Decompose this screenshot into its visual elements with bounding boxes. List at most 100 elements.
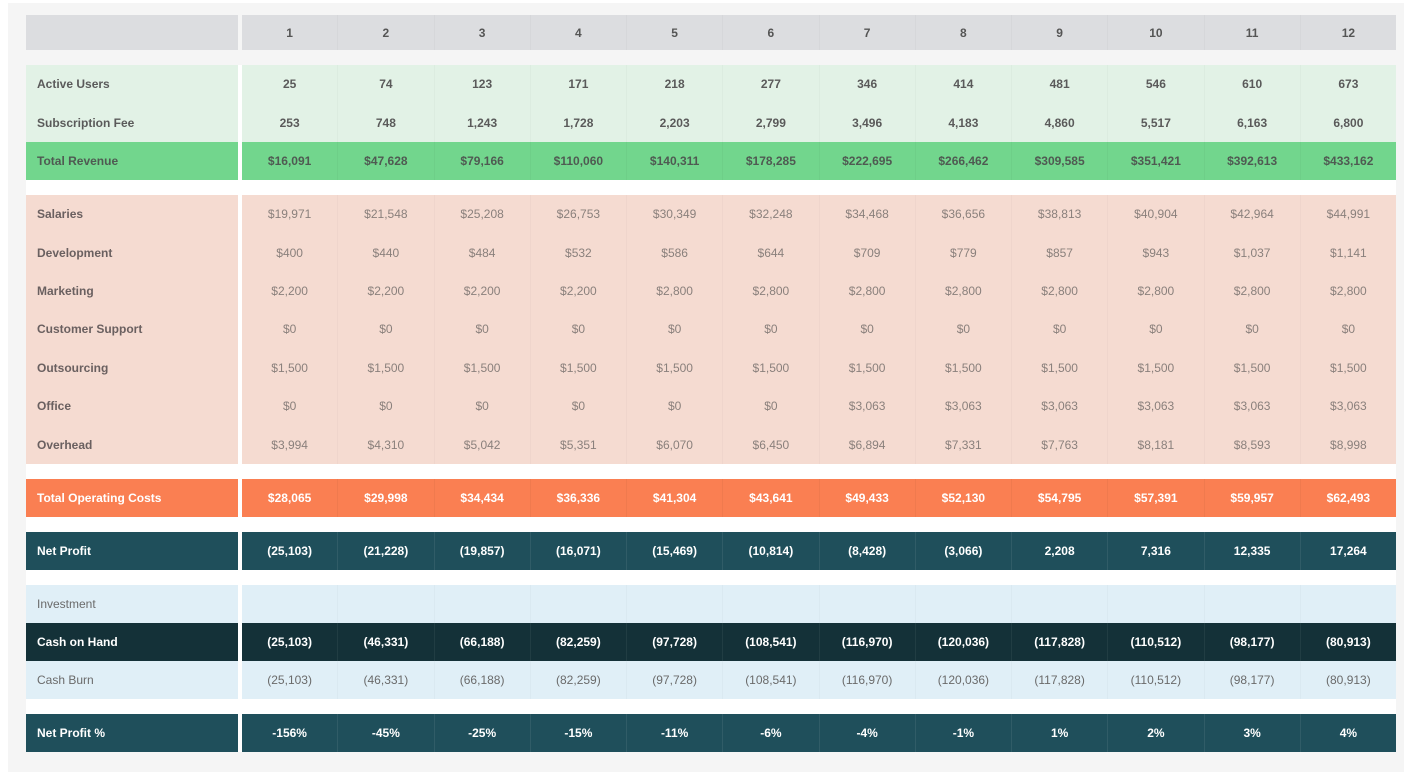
column-header-cell[interactable]: 9	[1011, 15, 1107, 50]
expense-office-cell[interactable]: $0	[722, 387, 818, 425]
investment-cell[interactable]	[722, 585, 818, 623]
active-users-cell[interactable]: 171	[530, 65, 626, 104]
expense-overhead-cell[interactable]: $4,310	[337, 425, 433, 463]
total-revenue-cell[interactable]: $309,585	[1011, 142, 1107, 180]
expense-development-cell[interactable]: $586	[626, 233, 722, 271]
expense-overhead-cell[interactable]: $8,998	[1300, 425, 1396, 463]
expense-overhead-cell[interactable]: $6,070	[626, 425, 722, 463]
expense-development-label[interactable]: Development	[26, 233, 238, 272]
column-header-label[interactable]	[26, 15, 238, 50]
active-users-cell[interactable]: 610	[1204, 65, 1300, 104]
column-header-cell[interactable]: 8	[915, 15, 1011, 50]
expense-office-label[interactable]: Office	[26, 386, 238, 426]
net-profit-label[interactable]: Net Profit	[26, 531, 238, 570]
net-profit-cell[interactable]: (10,814)	[722, 531, 818, 570]
expense-customer-support-cell[interactable]: $0	[530, 310, 626, 348]
column-header-cell[interactable]: 12	[1300, 15, 1396, 50]
total-operating-costs-cell[interactable]: $28,065	[242, 479, 337, 517]
expense-salaries-cell[interactable]: $26,753	[530, 195, 626, 233]
expense-salaries-cell[interactable]: $32,248	[722, 195, 818, 233]
cash-on-hand-cell[interactable]: (117,828)	[1011, 622, 1107, 661]
expense-office-cell[interactable]: $3,063	[1107, 387, 1203, 425]
cash-burn-cell[interactable]: (80,913)	[1300, 661, 1396, 699]
total-revenue-cell[interactable]: $266,462	[915, 142, 1011, 180]
total-revenue-cell[interactable]: $351,421	[1107, 142, 1203, 180]
net-profit-cell[interactable]: (21,228)	[337, 531, 433, 570]
expense-salaries-cell[interactable]: $19,971	[242, 195, 337, 233]
cash-burn-cell[interactable]: (98,177)	[1204, 661, 1300, 699]
cash-on-hand-cell[interactable]: (80,913)	[1299, 622, 1396, 661]
expense-overhead-cell[interactable]: $5,351	[530, 425, 626, 463]
total-operating-costs-label[interactable]: Total Operating Costs	[26, 478, 238, 517]
subscription-fee-cell[interactable]: 2,203	[626, 104, 722, 143]
net-profit-cell[interactable]: (8,428)	[818, 531, 915, 570]
expense-customer-support-cell[interactable]: $0	[1300, 310, 1396, 348]
subscription-fee-cell[interactable]: 748	[337, 104, 433, 143]
expense-marketing-cell[interactable]: $2,800	[1107, 272, 1203, 310]
expense-salaries-cell[interactable]: $25,208	[434, 195, 530, 233]
subscription-fee-cell[interactable]: 4,183	[915, 104, 1011, 143]
expense-outsourcing-cell[interactable]: $1,500	[915, 349, 1011, 387]
expense-office-cell[interactable]: $0	[337, 387, 433, 425]
net-profit-percent-cell[interactable]: -45%	[337, 713, 433, 752]
expense-office-cell[interactable]: $0	[242, 387, 337, 425]
cash-burn-cell[interactable]: (117,828)	[1011, 661, 1107, 699]
investment-cell[interactable]	[626, 585, 722, 623]
subscription-fee-cell[interactable]: 4,860	[1011, 104, 1107, 143]
expense-marketing-cell[interactable]: $2,200	[434, 272, 530, 310]
investment-cell[interactable]	[915, 585, 1011, 623]
net-profit-cell[interactable]: (15,469)	[626, 531, 722, 570]
subscription-fee-cell[interactable]: 3,496	[819, 104, 915, 143]
cash-burn-label[interactable]: Cash Burn	[26, 660, 238, 699]
expense-office-cell[interactable]: $0	[434, 387, 530, 425]
subscription-fee-cell[interactable]: 1,243	[434, 104, 530, 143]
expense-customer-support-cell[interactable]: $0	[626, 310, 722, 348]
expense-office-cell[interactable]: $0	[626, 387, 722, 425]
net-profit-percent-cell[interactable]: -4%	[818, 713, 915, 752]
expense-marketing-cell[interactable]: $2,800	[1300, 272, 1396, 310]
total-operating-costs-cell[interactable]: $43,641	[722, 478, 818, 517]
investment-label[interactable]: Investment	[26, 584, 238, 623]
expense-marketing-cell[interactable]: $2,800	[722, 272, 818, 310]
expense-overhead-cell[interactable]: $7,331	[915, 425, 1011, 463]
expense-salaries-cell[interactable]: $34,468	[819, 195, 915, 233]
expense-overhead-cell[interactable]: $6,894	[819, 425, 915, 463]
column-header-cell[interactable]: 1	[242, 15, 337, 50]
net-profit-cell[interactable]: (19,857)	[433, 531, 530, 570]
expense-overhead-cell[interactable]: $3,994	[242, 425, 337, 463]
subscription-fee-cell[interactable]: 6,163	[1204, 104, 1300, 143]
total-revenue-cell[interactable]: $140,311	[626, 142, 722, 180]
expense-overhead-cell[interactable]: $7,763	[1011, 425, 1107, 463]
active-users-cell[interactable]: 25	[242, 65, 337, 104]
expense-marketing-cell[interactable]: $2,800	[1011, 272, 1107, 310]
total-revenue-cell[interactable]: $433,162	[1300, 142, 1396, 180]
expense-overhead-cell[interactable]: $5,042	[434, 425, 530, 463]
net-profit-percent-cell[interactable]: -25%	[433, 713, 530, 752]
column-header-cell[interactable]: 4	[530, 15, 626, 50]
expense-overhead-label[interactable]: Overhead	[26, 425, 238, 464]
cash-on-hand-cell[interactable]: (98,177)	[1203, 622, 1300, 661]
active-users-label[interactable]: Active Users	[26, 65, 238, 104]
expense-salaries-cell[interactable]: $38,813	[1011, 195, 1107, 233]
expense-customer-support-cell[interactable]: $0	[242, 310, 337, 348]
cash-on-hand-label[interactable]: Cash on Hand	[26, 622, 238, 661]
subscription-fee-cell[interactable]: 6,800	[1300, 104, 1396, 143]
expense-salaries-label[interactable]: Salaries	[26, 195, 238, 234]
expense-customer-support-cell[interactable]: $0	[1107, 310, 1203, 348]
expense-outsourcing-cell[interactable]: $1,500	[722, 349, 818, 387]
expense-salaries-cell[interactable]: $44,991	[1300, 195, 1396, 233]
total-operating-costs-cell[interactable]: $62,493	[1299, 478, 1396, 517]
cash-burn-cell[interactable]: (82,259)	[530, 661, 626, 699]
subscription-fee-cell[interactable]: 1,728	[530, 104, 626, 143]
column-header-cell[interactable]: 2	[337, 15, 433, 50]
expense-outsourcing-cell[interactable]: $1,500	[1107, 349, 1203, 387]
net-profit-percent-cell[interactable]: -15%	[529, 713, 626, 752]
total-operating-costs-cell[interactable]: $34,434	[433, 478, 530, 517]
investment-cell[interactable]	[1204, 585, 1300, 623]
cash-burn-cell[interactable]: (66,188)	[434, 661, 530, 699]
expense-development-cell[interactable]: $943	[1107, 233, 1203, 271]
total-revenue-cell[interactable]: $392,613	[1204, 142, 1300, 180]
column-header-cell[interactable]: 11	[1204, 15, 1300, 50]
expense-marketing-cell[interactable]: $2,200	[530, 272, 626, 310]
cash-on-hand-cell[interactable]: (46,331)	[337, 622, 433, 661]
